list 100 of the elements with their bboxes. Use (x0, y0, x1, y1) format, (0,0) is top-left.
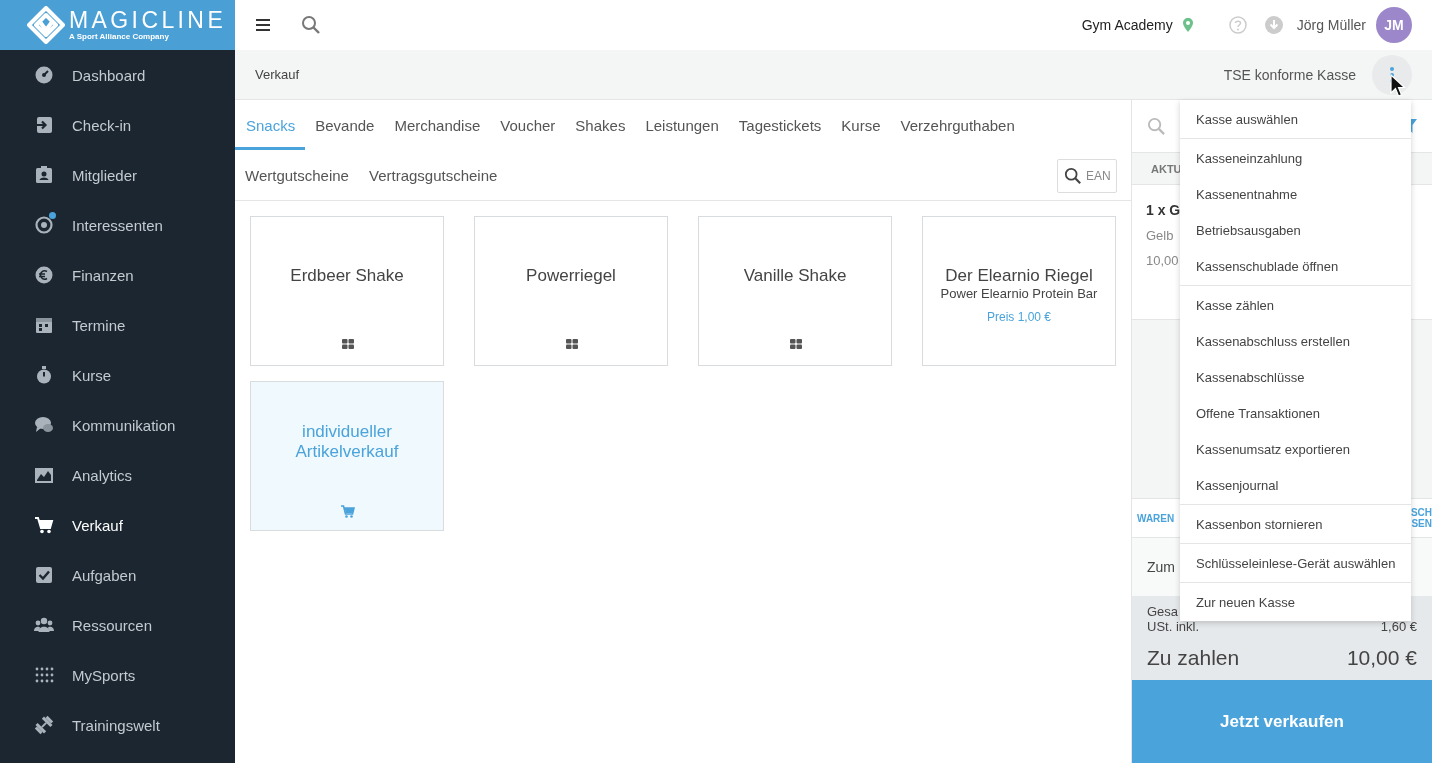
sidebar-item[interactable]: Finanzen (0, 250, 235, 300)
product-group-tile[interactable]: Powerriegel (474, 216, 668, 366)
search-icon (1064, 167, 1082, 185)
page-title: Verkauf (255, 67, 300, 82)
sidebar-item[interactable]: Kommunikation (0, 400, 235, 450)
product-name: Erdbeer Shake (289, 266, 405, 286)
grid-icon (342, 339, 354, 349)
location-name[interactable]: Gym Academy (1081, 17, 1173, 33)
category-tab[interactable]: Kurse (831, 100, 891, 150)
sidebar-item[interactable]: Termine (0, 300, 235, 350)
sidebar-item[interactable]: Analytics (0, 450, 235, 500)
sidebar-label: Trainingswelt (72, 716, 160, 734)
sidebar-label: Dashboard (72, 66, 146, 84)
people-icon (34, 615, 54, 635)
sidebar-label: Ressourcen (72, 616, 153, 634)
sidebar-label: MySports (72, 666, 136, 684)
menu-item[interactable]: Kasse auswählen (1180, 101, 1411, 137)
menu-item[interactable]: Kassenschublade öffnen (1180, 248, 1411, 284)
category-tab[interactable]: Voucher (490, 100, 566, 150)
menu-item[interactable]: Kassenjournal (1180, 467, 1411, 503)
calendar-icon (34, 315, 54, 335)
map-pin-icon (1182, 18, 1193, 32)
menu-item[interactable]: Schlüsseleinlese-Gerät auswählen (1180, 545, 1411, 581)
category-tab[interactable]: Shakes (565, 100, 636, 150)
menu-item[interactable]: Betriebsausgaben (1180, 212, 1411, 248)
category-tab[interactable]: Bevande (305, 100, 385, 150)
sidebar-label: Check-in (72, 116, 132, 134)
sidebar-item[interactable]: Dashboard (0, 50, 235, 100)
grid-icon (790, 339, 802, 349)
tax-amount: 1,60 € (1380, 619, 1417, 634)
gauge-icon (34, 65, 54, 85)
product-group-tile[interactable]: Vanille Shake (698, 216, 892, 366)
logo-name: MAGICLINE (69, 8, 227, 32)
menu-item[interactable]: Kassenentnahme (1180, 176, 1411, 212)
product-subtitle: Power Elearnio Protein Bar (940, 286, 1098, 301)
sidebar-label: Interessenten (72, 216, 163, 234)
menu-item[interactable]: Kasseneinzahlung (1180, 140, 1411, 176)
search-icon (1147, 116, 1166, 136)
menu-item[interactable]: Offene Transaktionen (1180, 395, 1411, 431)
dot-grid-icon (34, 665, 54, 685)
product-name: individueller Artikelverkauf (294, 422, 400, 462)
sidebar-item[interactable]: Trainingswelt (0, 700, 235, 750)
sidebar-item[interactable]: MySports (0, 650, 235, 700)
product-group-tile[interactable]: Erdbeer Shake (250, 216, 444, 366)
tax-label: USt. inkl. (1147, 619, 1199, 634)
category-tab[interactable]: Verzehrguthaben (890, 100, 1025, 150)
register-name: TSE konforme Kasse (1223, 66, 1356, 83)
category-tab[interactable]: Vertragsgutscheine (358, 150, 508, 200)
id-card-icon (34, 165, 54, 185)
category-tab[interactable]: Tagestickets (728, 100, 832, 150)
product-name: Der Elearnio Riegel (944, 266, 1094, 286)
sidebar-label: Termine (72, 316, 126, 334)
menu-item[interactable]: Kasse zählen (1180, 287, 1411, 323)
amount-due: 10,00 € (1346, 646, 1417, 670)
more-options-button[interactable] (1372, 54, 1412, 95)
menu-item[interactable]: Kassenabschluss erstellen (1180, 323, 1411, 359)
stopwatch-icon (34, 365, 54, 385)
category-tab[interactable]: Wertgutscheine (235, 150, 359, 200)
menu-item[interactable]: Kassenumsatz exportieren (1180, 431, 1411, 467)
sidebar-item[interactable]: Kurse (0, 350, 235, 400)
line-item-price: 10,00 (1146, 253, 1179, 268)
category-tab[interactable]: Merchandise (384, 100, 491, 150)
amount-due-label: Zu zahlen (1147, 646, 1240, 670)
user-name[interactable]: Jörg Müller (1296, 17, 1366, 33)
sidebar-item[interactable]: Interessenten (0, 200, 235, 250)
menu-item[interactable]: Kassenbon stornieren (1180, 506, 1411, 542)
sidebar-label: Mitglieder (72, 166, 138, 184)
sidebar-label: Aufgaben (72, 566, 137, 584)
category-tab[interactable]: Leistungen (635, 100, 729, 150)
customer-note: Zum (1147, 559, 1175, 575)
search-icon[interactable] (301, 15, 321, 35)
sidebar-label: Kurse (72, 366, 112, 384)
ean-search-field[interactable]: EAN (1057, 159, 1117, 193)
grid-icon (566, 339, 578, 349)
product-price: Preis 1,00 € (986, 310, 1051, 324)
line-item-title: 1 x G (1146, 202, 1181, 218)
line-item-detail: Gelb (1146, 228, 1174, 243)
logo-icon (27, 6, 65, 44)
cart-icon (341, 505, 355, 518)
product-tile[interactable]: Der Elearnio Riegel Power Elearnio Protein Bar Preis 1,00 € (922, 216, 1116, 366)
logo-tagline: A Sport Alliance Company (69, 32, 170, 42)
chart-icon (34, 465, 54, 485)
coin-icon (34, 265, 54, 285)
menu-icon[interactable] (256, 19, 270, 31)
sign-in-icon (34, 115, 54, 135)
product-name: Powerriegel (525, 266, 617, 286)
sidebar-label: Kommunikation (72, 416, 176, 434)
dumbbell-icon (34, 715, 54, 735)
sidebar-item[interactable]: Verkauf (0, 500, 235, 550)
total-label: Gesa (1147, 604, 1180, 619)
menu-item[interactable]: Zur neuen Kasse (1180, 584, 1411, 620)
sidebar-item[interactable]: Aufgaben (0, 550, 235, 600)
target-icon (34, 215, 54, 235)
checkbox-icon (34, 565, 54, 585)
sidebar-item[interactable]: Ressourcen (0, 600, 235, 650)
sidebar-label: Verkauf (72, 516, 123, 534)
menu-item[interactable]: Kassenabschlüsse (1180, 359, 1411, 395)
sidebar-item[interactable]: Mitglieder (0, 150, 235, 200)
chat-icon (34, 415, 54, 435)
sidebar-item[interactable]: Check-in (0, 100, 235, 150)
